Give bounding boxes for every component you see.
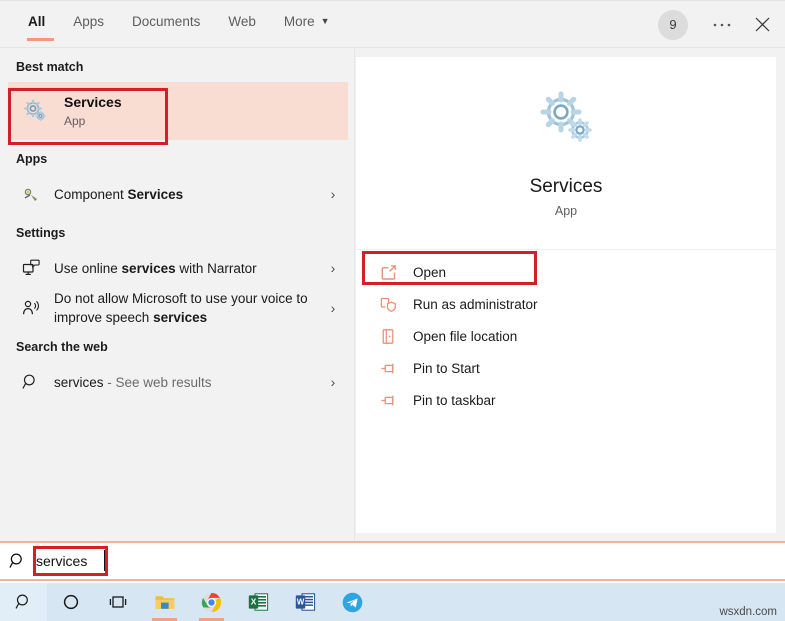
best-match-subtitle: App	[64, 114, 86, 128]
taskbar-file-explorer-icon[interactable]	[141, 583, 188, 621]
chevron-right-icon[interactable]: ›	[322, 374, 344, 390]
action-open[interactable]: Open	[356, 257, 776, 287]
avatar-badge: 9	[669, 17, 677, 32]
tab-more[interactable]: More ▼	[270, 1, 344, 48]
result-label: Do not allow Microsoft to use your voice…	[54, 291, 308, 325]
services-gears-icon	[535, 89, 597, 152]
taskbar-task-view-icon[interactable]	[94, 583, 141, 621]
taskbar-search-bar	[0, 541, 785, 581]
folder-location-icon	[373, 328, 403, 345]
action-label: Pin to taskbar	[413, 392, 496, 408]
tab-web-label: Web	[228, 14, 256, 29]
result-item-web-search[interactable]: services - See web results ›	[0, 362, 354, 402]
best-match-title: Services	[64, 94, 122, 110]
preview-app-subtitle: App	[554, 203, 578, 218]
chevron-right-icon[interactable]: ›	[322, 260, 344, 276]
taskbar-cortana-icon[interactable]	[47, 583, 94, 621]
pin-icon	[373, 392, 403, 409]
tab-web[interactable]: Web	[214, 1, 270, 48]
best-match-container: Services App	[0, 82, 354, 140]
result-item-speech-services[interactable]: Do not allow Microsoft to use your voice…	[0, 288, 354, 328]
svg-text:W: W	[297, 598, 305, 607]
taskbar-search-icon[interactable]	[0, 583, 47, 621]
action-label: Run as administrator	[413, 296, 538, 312]
preview-hero: Services App	[356, 57, 776, 250]
preview-card: Services App Open Run as administrator O…	[356, 57, 776, 533]
chevron-right-icon[interactable]: ›	[322, 300, 344, 316]
open-window-icon	[373, 264, 403, 281]
taskbar-telegram-icon[interactable]	[329, 583, 376, 621]
header-actions: 9	[658, 1, 785, 48]
taskbar-excel-icon[interactable]: X	[235, 583, 282, 621]
search-icon	[0, 552, 36, 570]
best-match-item-services[interactable]: Services App	[8, 82, 348, 140]
text-cursor	[104, 550, 105, 571]
action-label: Open	[413, 264, 447, 280]
search-input[interactable]	[36, 546, 785, 576]
pin-icon	[373, 360, 403, 377]
chevron-right-icon[interactable]: ›	[322, 186, 344, 202]
search-flyout: All Apps Documents Web More ▼ 9 Best mat…	[0, 0, 785, 541]
search-filter-tabbar: All Apps Documents Web More ▼ 9	[0, 1, 785, 48]
result-label: services - See web results	[54, 374, 212, 390]
tab-all-label: All	[28, 14, 46, 29]
settings-heading: Settings	[16, 226, 66, 240]
tab-list: All Apps Documents Web More ▼	[14, 1, 344, 48]
preview-action-list: Open Run as administrator Open file loca…	[356, 250, 776, 415]
narrator-monitor-icon	[16, 259, 46, 277]
result-label: Use online services with Narrator	[54, 260, 257, 276]
results-column: Best match Services App Apps Component S…	[0, 48, 355, 541]
web-heading: Search the web	[16, 340, 108, 354]
taskbar-chrome-icon[interactable]	[188, 583, 235, 621]
result-item-component-services[interactable]: Component Services ›	[0, 174, 354, 214]
best-match-texts: Services App	[54, 94, 122, 128]
watermark: wsxdn.com	[719, 606, 777, 618]
apps-heading: Apps	[16, 152, 48, 166]
tab-documents-label: Documents	[132, 14, 201, 29]
action-run-as-administrator[interactable]: Run as administrator	[356, 289, 776, 319]
search-icon	[16, 373, 46, 391]
taskbar: X W wsxdn.com	[0, 583, 785, 621]
result-label: Component Services	[54, 186, 184, 202]
chevron-down-icon: ▼	[320, 16, 330, 26]
action-label: Open file location	[413, 328, 518, 344]
tab-documents[interactable]: Documents	[118, 1, 214, 48]
tab-more-label: More	[283, 14, 315, 29]
action-pin-to-taskbar[interactable]: Pin to taskbar	[356, 385, 776, 415]
windows-search-screen: All Apps Documents Web More ▼ 9 Best mat…	[0, 0, 785, 621]
shield-run-icon	[373, 296, 403, 313]
component-services-icon	[16, 186, 46, 203]
tab-apps-label: Apps	[73, 14, 105, 29]
action-open-file-location[interactable]: Open file location	[356, 321, 776, 351]
best-match-heading: Best match	[16, 60, 84, 74]
action-pin-to-start[interactable]: Pin to Start	[356, 353, 776, 383]
tab-all[interactable]: All	[14, 1, 59, 48]
speech-person-icon	[16, 299, 46, 317]
services-gears-icon	[16, 98, 54, 124]
more-options-icon[interactable]	[705, 1, 739, 48]
taskbar-word-icon[interactable]: W	[282, 583, 329, 621]
action-label: Pin to Start	[413, 360, 480, 376]
svg-text:X: X	[251, 597, 257, 607]
tab-apps[interactable]: Apps	[59, 1, 118, 48]
avatar[interactable]: 9	[658, 9, 688, 40]
preview-column: Services App Open Run as administrator O…	[356, 48, 785, 541]
preview-app-title: Services	[529, 175, 603, 197]
result-item-narrator-services[interactable]: Use online services with Narrator ›	[0, 248, 354, 288]
close-icon[interactable]	[739, 1, 785, 48]
